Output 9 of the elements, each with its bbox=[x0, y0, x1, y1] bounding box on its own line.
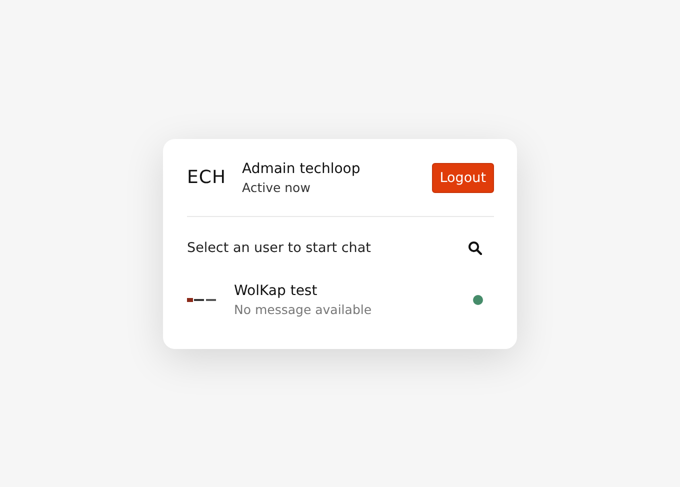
user-name: Admain techloop bbox=[242, 160, 362, 176]
message-preview: No message available bbox=[234, 302, 373, 317]
logout-button[interactable]: Logout bbox=[432, 162, 494, 192]
logo-text: ECH bbox=[187, 167, 227, 188]
user-item[interactable]: WolKap test No message available bbox=[187, 279, 494, 321]
status-text: Active now bbox=[242, 180, 312, 194]
search-label: Select an user to start chat bbox=[187, 240, 371, 256]
search-icon[interactable] bbox=[468, 241, 482, 255]
user-name: WolKap test bbox=[234, 283, 318, 299]
